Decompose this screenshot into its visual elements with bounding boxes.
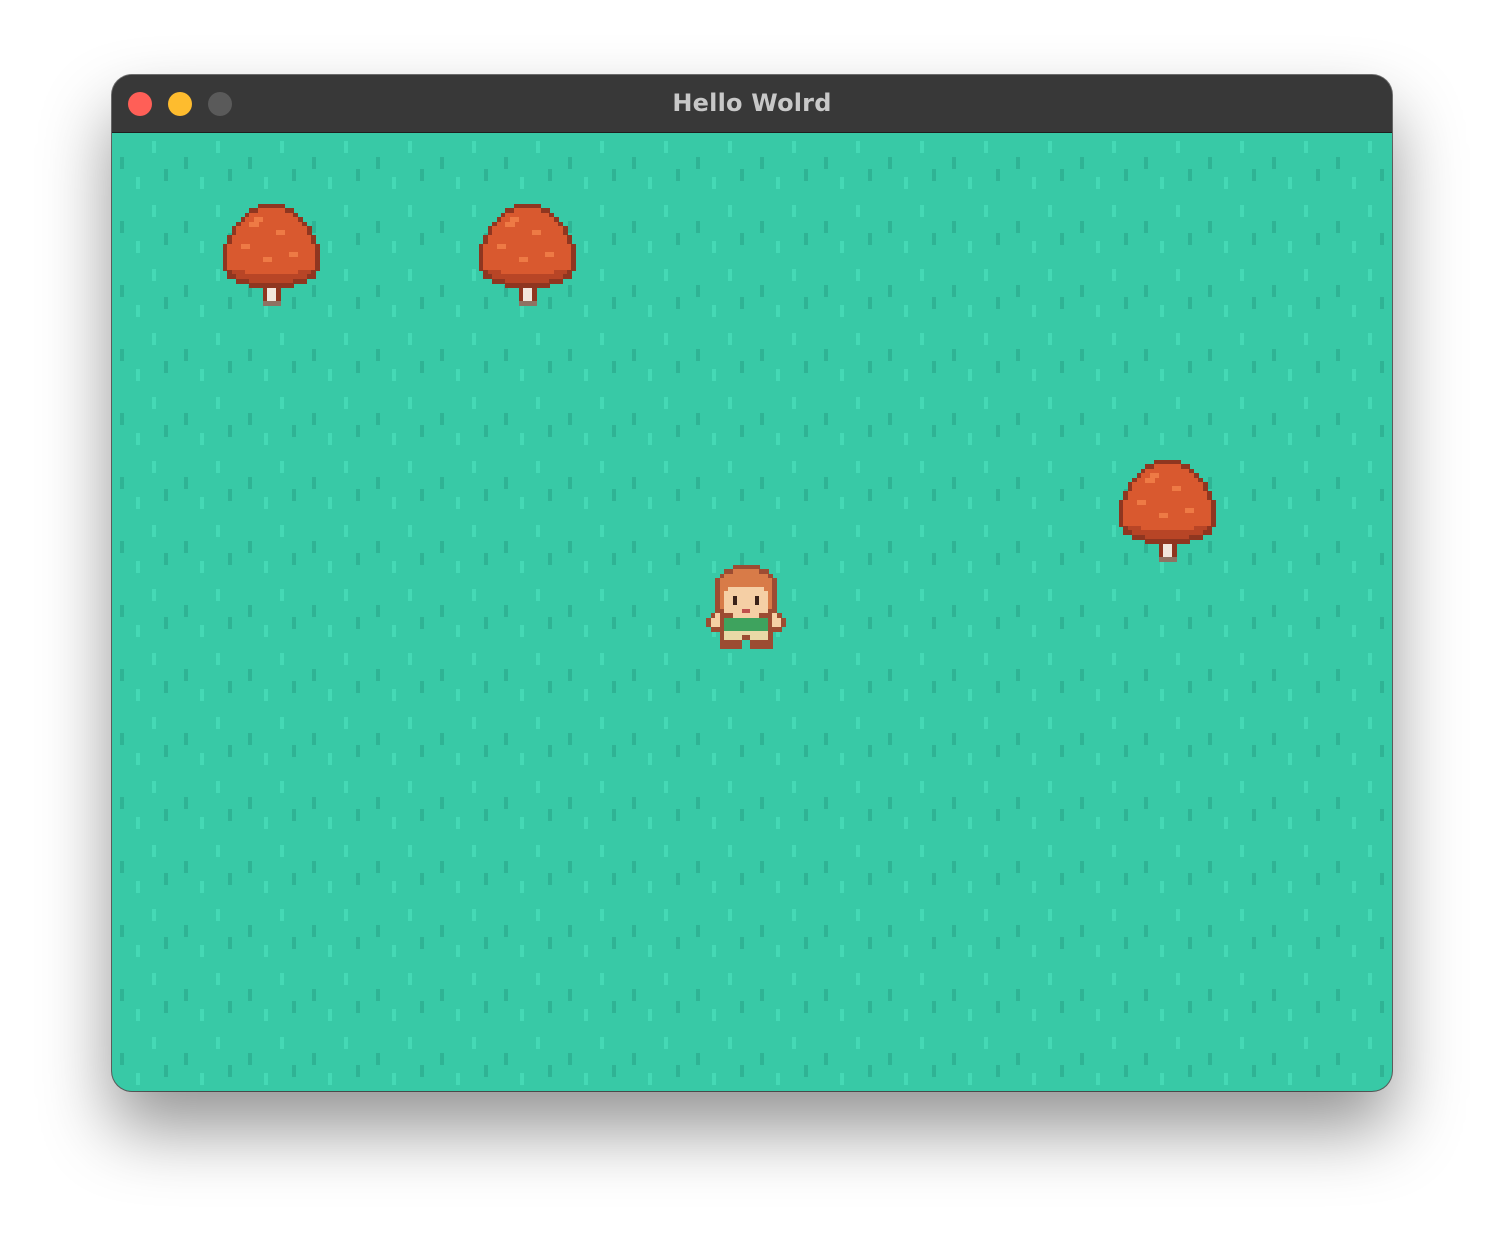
game-canvas[interactable] bbox=[112, 133, 1392, 1091]
title-bar[interactable]: Hello Wolrd bbox=[112, 75, 1392, 133]
game-viewport[interactable] bbox=[112, 133, 1392, 1091]
app-window: Hello Wolrd bbox=[112, 75, 1392, 1091]
window-title: Hello Wolrd bbox=[672, 89, 832, 117]
